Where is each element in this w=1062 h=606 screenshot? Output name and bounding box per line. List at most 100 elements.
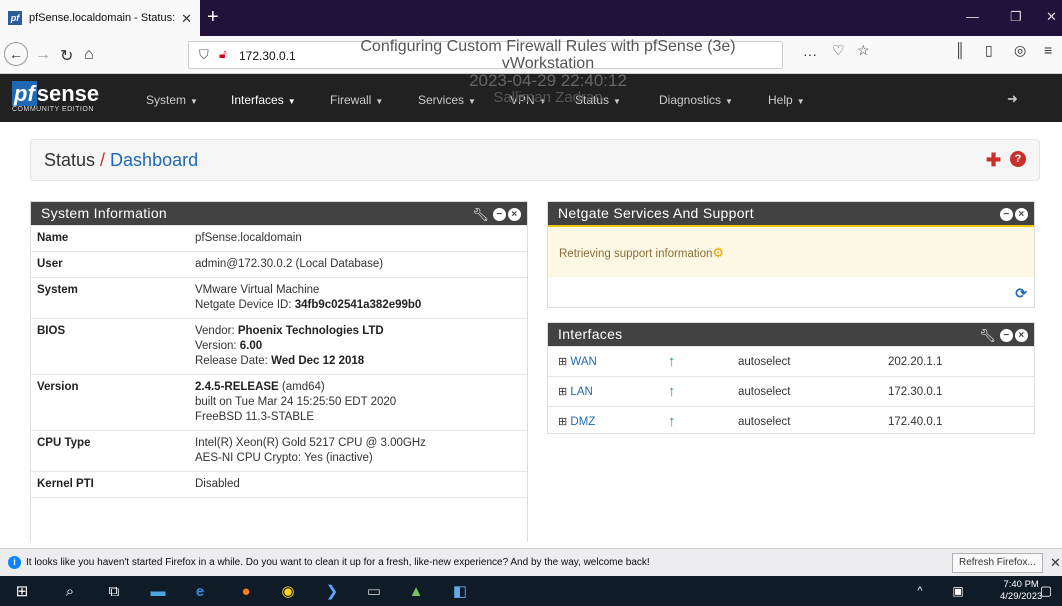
dashboard-main: Status / Dashboard ✚ ? System Informatio… xyxy=(0,122,1062,542)
refresh-firefox-button[interactable]: Refresh Firefox... xyxy=(952,553,1043,573)
panel-header: System Information 🔧︎ − × xyxy=(31,202,527,225)
menu-interfaces[interactable]: Interfaces ▼ xyxy=(231,93,296,107)
window-close-icon[interactable]: ✕ xyxy=(1046,9,1057,25)
status-up-icon: ↑ xyxy=(668,406,738,437)
table-row: CPU Type Intel(R) Xeon(R) Gold 5217 CPU @… xyxy=(31,430,527,472)
table-row: User admin@172.30.0.2 (Local Database) xyxy=(31,251,527,278)
breadcrumb: Status / Dashboard ✚ ? xyxy=(30,139,1040,181)
library-icon[interactable]: ║ xyxy=(955,42,965,58)
panel-title: System Information xyxy=(41,205,167,221)
minimize-panel-icon[interactable]: − xyxy=(1000,329,1013,343)
account-icon[interactable]: ◎ xyxy=(1014,42,1026,59)
status-up-icon: ↑ xyxy=(668,376,738,407)
forward-icon[interactable]: → xyxy=(35,46,51,64)
chrome-icon[interactable]: ◉ xyxy=(278,581,298,601)
tab-title: pfSense.localdomain - Status: D xyxy=(29,12,179,24)
close-panel-icon[interactable]: × xyxy=(1015,329,1028,343)
table-row: ⊞ DMZ ↑ autoselect 172.40.0.1 xyxy=(548,406,1034,437)
sidebar-icon[interactable]: ▯ xyxy=(985,42,993,59)
close-panel-icon[interactable]: × xyxy=(1015,208,1028,222)
watermark-title: Configuring Custom Firewall Rules with p… xyxy=(360,38,736,55)
file-explorer-icon[interactable]: ▬ xyxy=(148,581,168,601)
close-panel-icon[interactable]: × xyxy=(508,208,521,222)
terminal-icon[interactable]: ▭ xyxy=(364,581,384,601)
interfaces-table: ⊞ WAN ↑ autoselect 202.20.1.1 ⊞ LAN ↑ au… xyxy=(548,346,1034,437)
add-widget-icon[interactable]: ✚ xyxy=(986,150,1001,171)
notification-bar: i It looks like you haven't started Fire… xyxy=(0,548,1062,576)
panel-title: Netgate Services And Support xyxy=(558,205,754,221)
watermark-workstation: vWorkstation xyxy=(501,55,595,72)
breadcrumb-dashboard-link[interactable]: Dashboard xyxy=(110,150,198,170)
system-info-table: Name pfSense.localdomain User admin@172.30… xyxy=(31,225,527,518)
panel-title: Interfaces xyxy=(558,326,623,342)
insecure-lock-icon[interactable]: 🔓︎ xyxy=(219,47,227,62)
action-center-icon[interactable]: ▢ xyxy=(1036,581,1056,601)
table-row: System VMware Virtual Machine Netgate Devi… xyxy=(31,277,527,319)
table-row: ⊞ WAN ↑ autoselect 202.20.1.1 xyxy=(548,346,1034,377)
tracking-shield-icon[interactable]: ⛉ xyxy=(199,47,209,63)
table-row: Version 2.4.5-RELEASE (amd64) built on Tue… xyxy=(31,374,527,431)
refresh-icon[interactable]: ⟳ xyxy=(1015,285,1027,302)
interface-link-lan[interactable]: LAN xyxy=(570,386,592,398)
powershell-icon[interactable]: ❯ xyxy=(322,581,342,601)
minimize-icon[interactable]: — xyxy=(966,9,979,24)
network-icon: ⊞ xyxy=(558,416,568,429)
interface-link-dmz[interactable]: DMZ xyxy=(570,416,595,428)
settings-wrench-icon[interactable]: 🔧︎ xyxy=(979,328,996,343)
menu-icon[interactable]: ≡ xyxy=(1044,42,1052,58)
table-row xyxy=(31,497,527,518)
retrieving-alert: Retrieving support information⚙ xyxy=(548,225,1034,277)
restore-icon[interactable]: ❐ xyxy=(1010,9,1022,25)
network-tray-icon[interactable]: ▣ xyxy=(948,581,968,601)
minimize-panel-icon[interactable]: − xyxy=(1000,208,1013,222)
browser-tab-strip: pf pfSense.localdomain - Status: D ✕ + —… xyxy=(0,0,1062,36)
pocket-icon[interactable]: ♡ xyxy=(832,42,845,59)
table-row: Kernel PTI Disabled xyxy=(31,471,527,498)
app-icon[interactable]: ▲ xyxy=(406,581,426,601)
bookmark-star-icon[interactable]: ☆ xyxy=(857,42,870,59)
help-icon[interactable]: ? xyxy=(1010,151,1026,167)
panel-header: Interfaces 🔧︎ − × xyxy=(548,323,1034,346)
chevron-up-icon[interactable]: ^ xyxy=(910,581,930,601)
network-app-icon[interactable]: ◧ xyxy=(450,581,470,601)
tab-close-icon[interactable]: ✕ xyxy=(181,11,192,27)
edge-icon[interactable]: e xyxy=(190,581,210,601)
reload-icon[interactable]: ↻ xyxy=(60,46,73,66)
page-actions-icon[interactable]: ··· xyxy=(803,46,817,62)
pfsense-logo[interactable]: pfsense COMMUNITY EDITION xyxy=(12,81,99,113)
interfaces-panel: Interfaces 🔧︎ − × ⊞ WAN ↑ autoselect 202.2… xyxy=(547,322,1035,437)
new-tab-button[interactable]: + xyxy=(207,4,219,30)
edition-label: COMMUNITY EDITION xyxy=(12,106,94,113)
menu-system[interactable]: System ▼ xyxy=(146,93,198,107)
panel-header: Netgate Services And Support − × xyxy=(548,202,1034,225)
task-view-icon[interactable]: ⧉ xyxy=(104,581,124,601)
notification-close-icon[interactable]: ✕ xyxy=(1050,555,1061,571)
system-information-panel: System Information 🔧︎ − × Name pfSense.loca… xyxy=(30,201,528,542)
windows-start-icon[interactable]: ⊞ xyxy=(12,581,32,601)
browser-tab[interactable]: pf pfSense.localdomain - Status: D ✕ xyxy=(0,0,200,36)
loading-gear-icon: ⚙ xyxy=(712,245,725,260)
minimize-panel-icon[interactable]: − xyxy=(493,208,506,222)
network-icon: ⊞ xyxy=(558,356,568,368)
table-row: BIOS Vendor: Phoenix Technologies LTD Vers… xyxy=(31,318,527,375)
watermark: Configuring Custom Firewall Rules with p… xyxy=(318,38,778,106)
netgate-support-panel: Netgate Services And Support − × Retrievi… xyxy=(547,201,1035,308)
interface-link-wan[interactable]: WAN xyxy=(570,356,596,368)
pfsense-favicon-icon: pf xyxy=(8,11,22,25)
firefox-icon[interactable]: ● xyxy=(236,581,256,601)
back-icon[interactable]: ← xyxy=(4,42,28,66)
home-icon[interactable]: ⌂ xyxy=(84,46,94,64)
status-up-icon: ↑ xyxy=(668,346,738,377)
logout-icon[interactable]: ➜ xyxy=(1007,91,1018,107)
watermark-name: Salliman Zadran xyxy=(493,89,603,106)
settings-wrench-icon[interactable]: 🔧︎ xyxy=(472,207,489,222)
watermark-timestamp: 2023-04-29 22:40:12 xyxy=(469,71,627,90)
table-row: ⊞ LAN ↑ autoselect 172.30.0.1 xyxy=(548,376,1034,407)
table-row: Name pfSense.localdomain xyxy=(31,225,527,252)
info-icon: i xyxy=(8,556,21,569)
page-title: Status / Dashboard xyxy=(44,150,199,170)
search-icon[interactable]: ⌕ xyxy=(60,581,80,601)
notification-message: It looks like you haven't started Firefo… xyxy=(26,557,650,568)
windows-taskbar: ⊞ ⌕ ⧉ ▬ e ● ◉ ❯ ▭ ▲ ◧ ^ ▣ 7:40 PM 4/29/2… xyxy=(0,576,1062,606)
url-text[interactable]: 172.30.0.1 xyxy=(239,49,296,63)
